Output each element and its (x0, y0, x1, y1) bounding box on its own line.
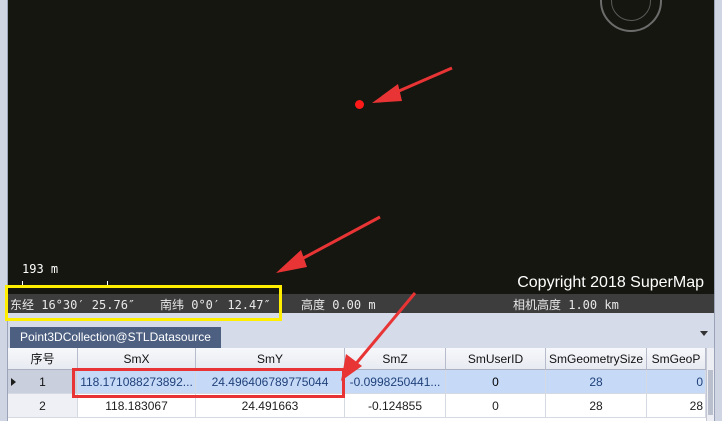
annotation-arrow-status (276, 215, 381, 273)
annotation-arrow-table (341, 292, 417, 381)
annotation-arrows (276, 66, 453, 381)
annotation-arrow-point (372, 66, 453, 103)
